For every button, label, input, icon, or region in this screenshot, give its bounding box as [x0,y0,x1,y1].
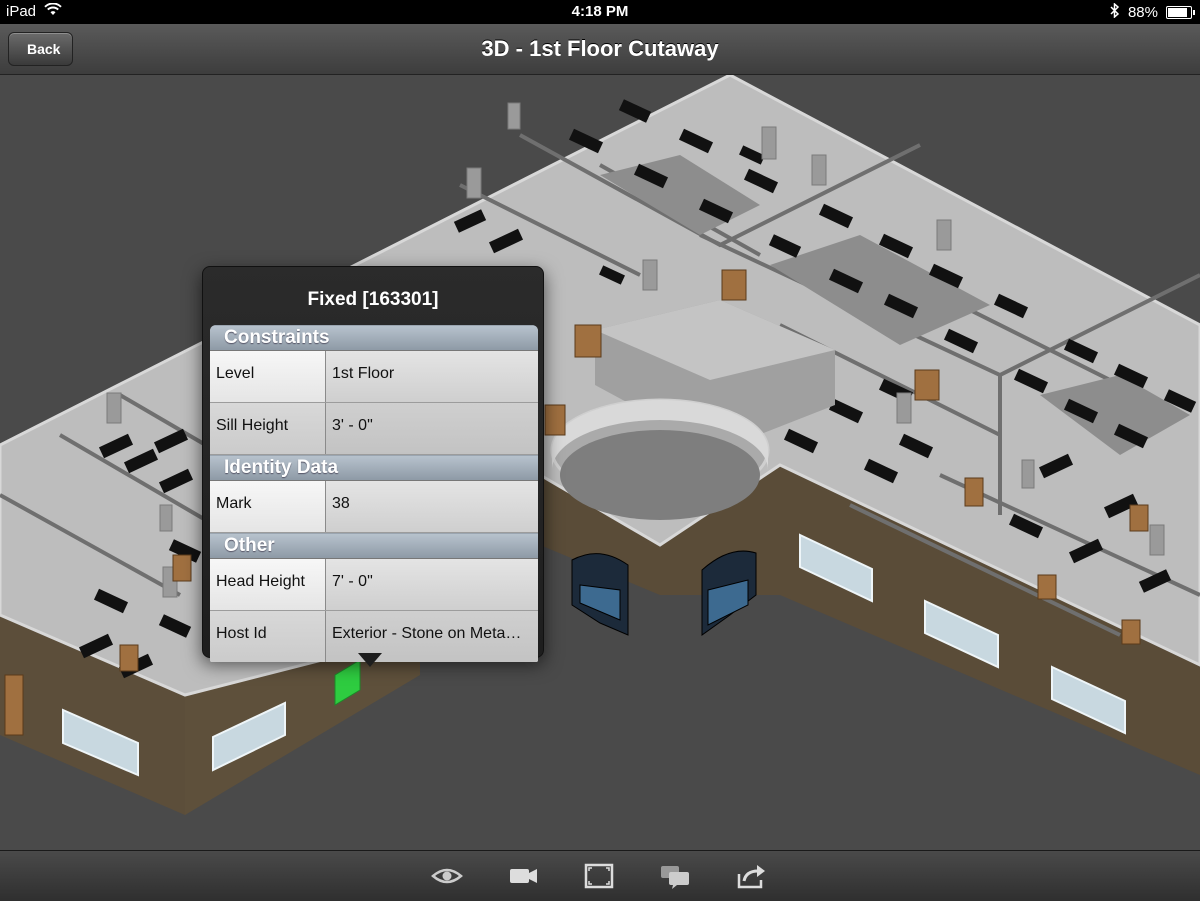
property-row-sill-height: Sill Height 3' - 0" [210,403,538,455]
bottom-toolbar [0,850,1200,901]
section-header-identity-data: Identity Data [210,455,538,481]
property-label: Level [210,351,326,402]
battery-percent: 88% [1127,4,1158,21]
fit-view-icon[interactable] [579,861,619,891]
property-label: Host Id [210,611,326,662]
battery-icon [1166,6,1195,19]
status-time: 4:18 PM [571,3,629,20]
bluetooth-icon [1110,2,1120,22]
element-properties-popover: Fixed [163301] Constraints Level 1st Flo… [202,266,544,667]
popover-title: Fixed [163301] [307,289,439,310]
status-bar: iPad 4:18 PM 88% [0,0,1200,24]
property-value: 38 [326,481,538,532]
property-value: 1st Floor [326,351,538,402]
camera-icon[interactable] [503,861,543,891]
page-title: 3D - 1st Floor Cutaway [481,36,719,61]
properties-table: Constraints Level 1st Floor Sill Height … [210,325,538,662]
popover-arrow [358,653,382,667]
comments-icon[interactable] [655,861,695,891]
section-header-other: Other [210,533,538,559]
property-label: Head Height [210,559,326,610]
navigation-bar: Back 3D - 1st Floor Cutaway [0,24,1200,75]
property-value: 3' - 0" [326,403,538,454]
property-row-mark: Mark 38 [210,481,538,533]
share-icon[interactable] [731,861,771,891]
rotunda [550,398,770,520]
building-model[interactable] [0,73,1200,850]
property-label: Sill Height [210,403,326,454]
property-row-head-height: Head Height 7' - 0" [210,559,538,611]
property-label: Mark [210,481,326,532]
3d-model-viewport[interactable] [0,73,1200,850]
eye-icon[interactable] [427,861,467,891]
property-value: 7' - 0" [326,559,538,610]
section-header-constraints: Constraints [210,325,538,351]
property-row-level: Level 1st Floor [210,351,538,403]
